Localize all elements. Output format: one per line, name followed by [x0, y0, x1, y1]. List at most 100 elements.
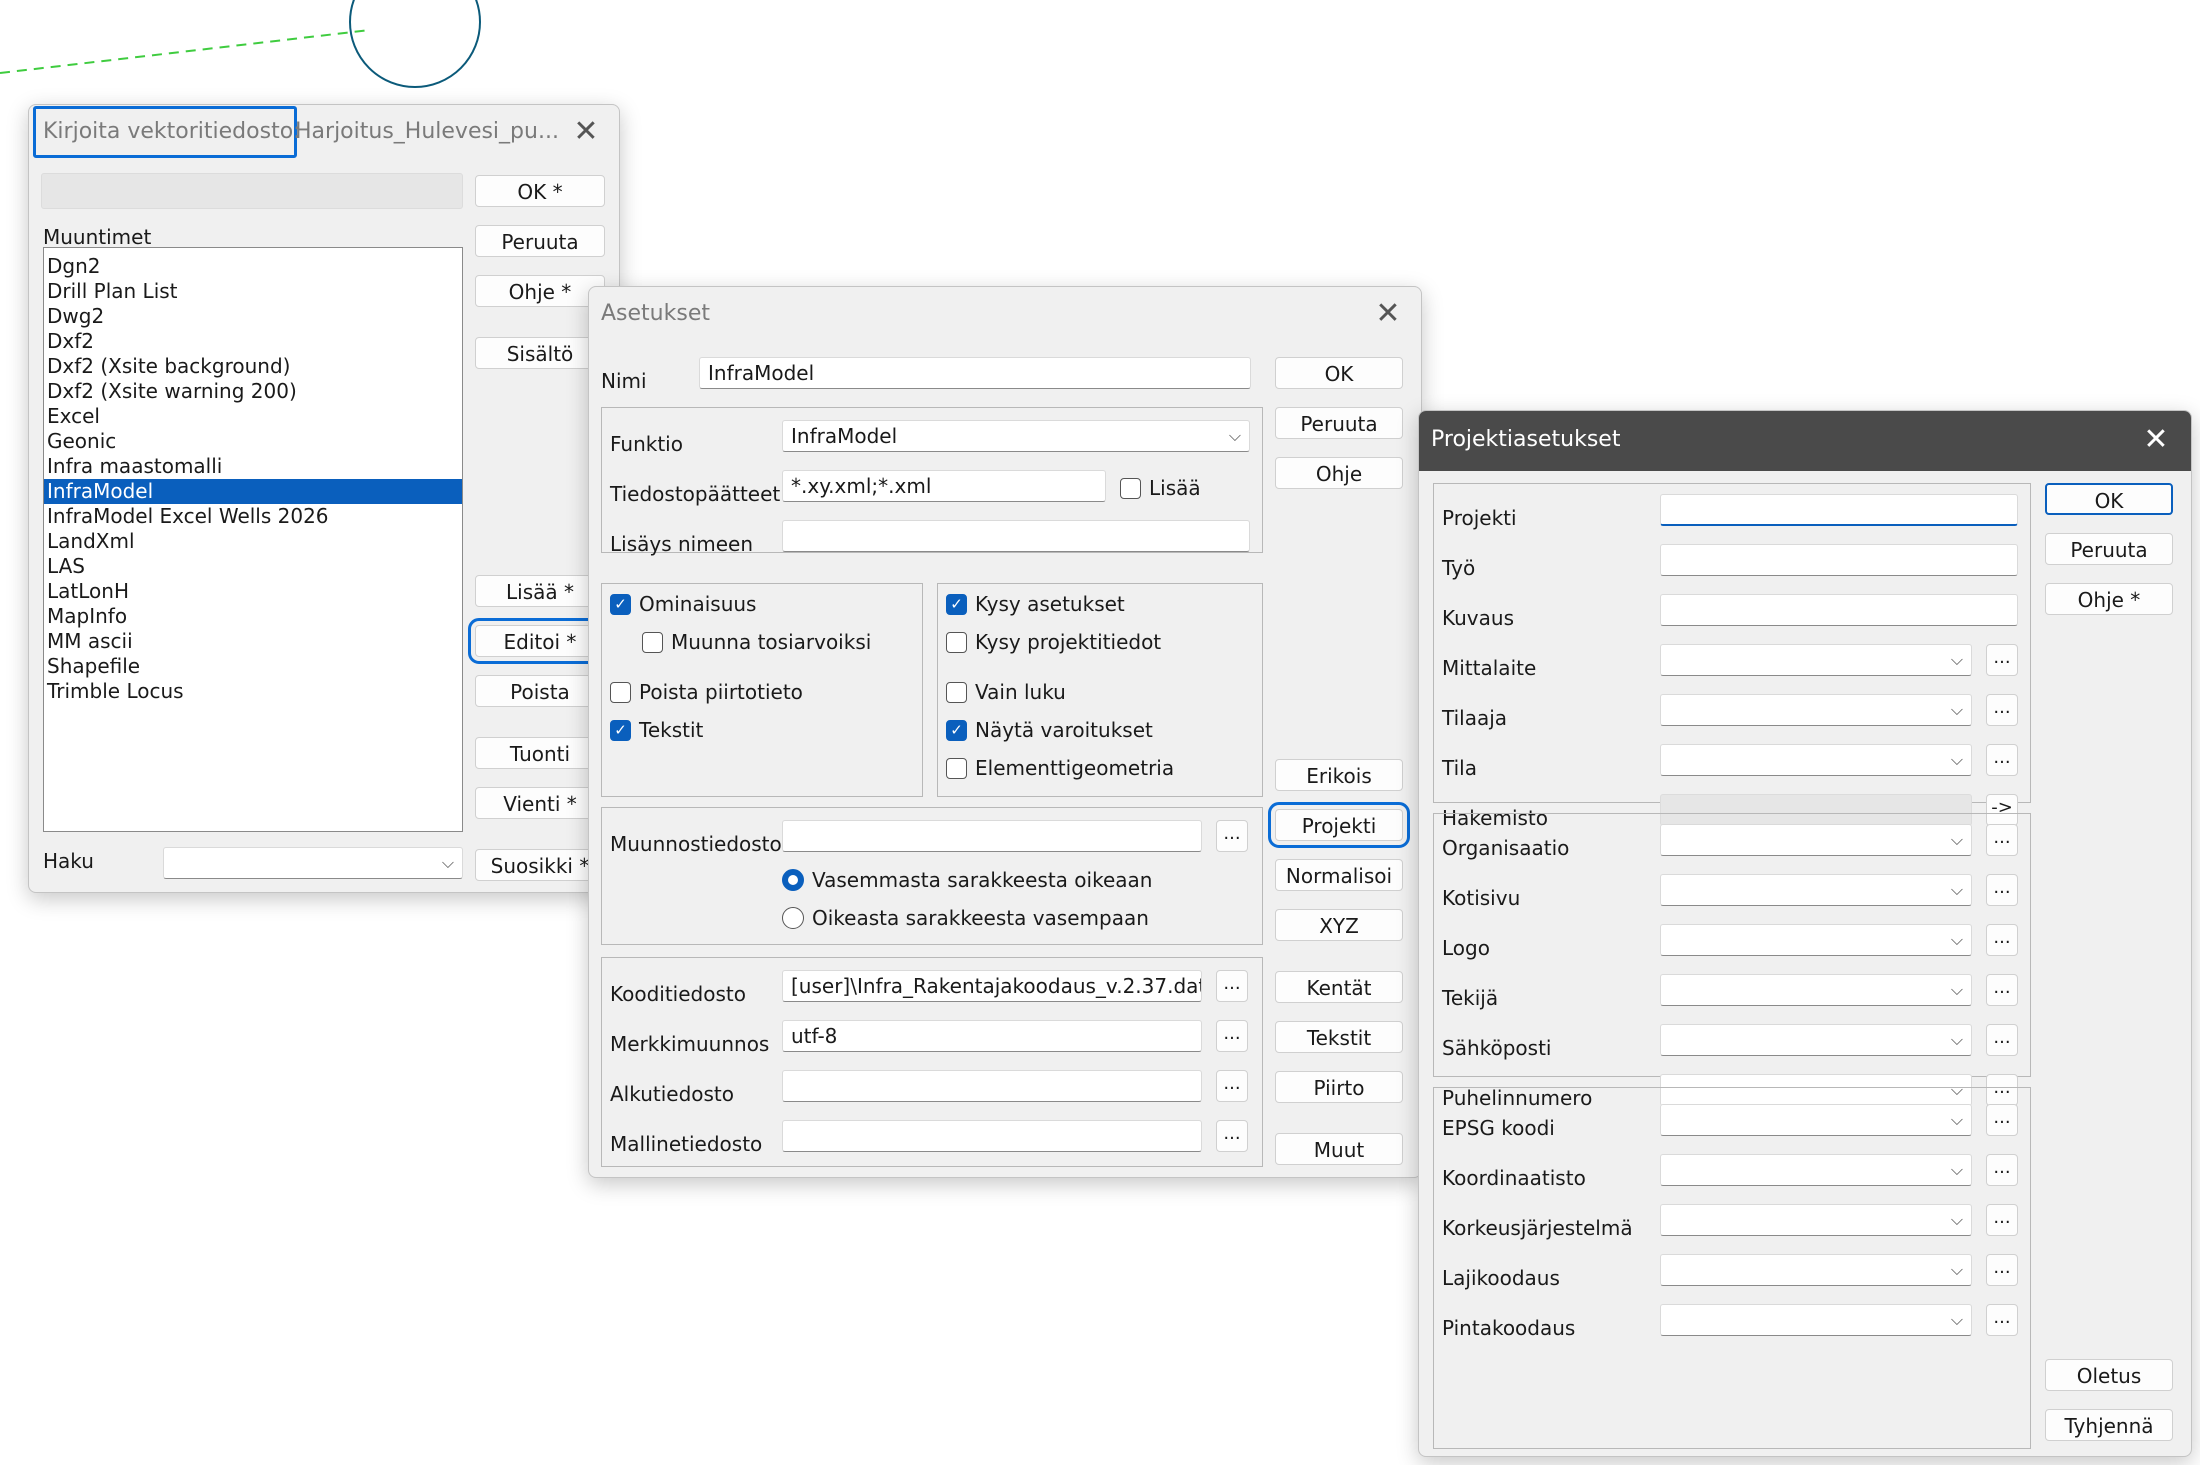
converters-list[interactable]: Dgn2 Drill Plan List Dwg2 Dxf2 Dxf2 (Xsite b…: [43, 247, 463, 832]
list-item[interactable]: Geonic: [44, 429, 462, 454]
normalize-button[interactable]: Normalisoi: [1275, 859, 1403, 891]
browse-button[interactable]: ...: [1216, 820, 1248, 852]
ok-button[interactable]: OK: [1275, 357, 1403, 389]
combo-field[interactable]: ⌵: [1660, 1304, 1972, 1336]
extensions-field[interactable]: *.xy.xml;*.xml: [782, 470, 1106, 502]
list-item[interactable]: Dxf2 (Xsite warning 200): [44, 379, 462, 404]
charset-field[interactable]: utf-8: [782, 1020, 1202, 1052]
list-item[interactable]: MM ascii: [44, 629, 462, 654]
fields-button[interactable]: Kentät: [1275, 971, 1403, 1003]
combo-field[interactable]: ⌵: [1660, 824, 1972, 856]
content-button[interactable]: Sisältö: [475, 337, 605, 369]
add-checkbox[interactable]: Lisää: [1120, 476, 1201, 500]
combo-field[interactable]: ⌵: [1660, 1254, 1972, 1286]
ok-button[interactable]: OK *: [475, 175, 605, 207]
favorite-button[interactable]: Suosikki *: [475, 849, 605, 881]
combo-field[interactable]: ⌵: [1660, 1024, 1972, 1056]
list-item[interactable]: MapInfo: [44, 604, 462, 629]
option-checkbox[interactable]: ✓ Ominaisuus: [610, 592, 756, 616]
code-file-field[interactable]: [user]\Infra_Rakentajakoodaus_v.2.37.dat: [782, 970, 1202, 1002]
option-checkbox[interactable]: ✓ Kysy asetukset: [946, 592, 1125, 616]
browse-button[interactable]: ...: [1986, 694, 2018, 726]
list-item[interactable]: Dxf2: [44, 329, 462, 354]
list-item[interactable]: Dwg2: [44, 304, 462, 329]
close-icon[interactable]: ✕: [571, 117, 601, 147]
text-field[interactable]: [1660, 494, 2018, 526]
ok-button[interactable]: OK: [2045, 483, 2173, 515]
name-field[interactable]: InfraModel: [699, 357, 1251, 389]
texts-button[interactable]: Tekstit: [1275, 1021, 1403, 1053]
option-checkbox[interactable]: Poista piirtotieto: [610, 680, 803, 704]
browse-button[interactable]: ...: [1216, 970, 1248, 1002]
browse-button[interactable]: ...: [1216, 1020, 1248, 1052]
close-icon[interactable]: ✕: [1373, 299, 1403, 329]
combo-field[interactable]: ⌵: [1660, 744, 1972, 776]
conversion-file-field[interactable]: [782, 820, 1202, 852]
browse-button[interactable]: ...: [1986, 1154, 2018, 1186]
browse-button[interactable]: ...: [1986, 744, 2018, 776]
radio-left-to-right[interactable]: Vasemmasta sarakkeesta oikeaan: [782, 868, 1152, 892]
browse-button[interactable]: ...: [1986, 1104, 2018, 1136]
name-suffix-field[interactable]: [782, 520, 1250, 552]
browse-button[interactable]: ...: [1986, 1024, 2018, 1056]
combo-field[interactable]: ⌵: [1660, 1104, 1972, 1136]
cancel-button[interactable]: Peruuta: [1275, 407, 1403, 439]
list-item[interactable]: InfraModel Excel Wells 2026: [44, 504, 462, 529]
combo-field[interactable]: ⌵: [1660, 694, 1972, 726]
other-button[interactable]: Muut: [1275, 1133, 1403, 1165]
list-item[interactable]: Drill Plan List: [44, 279, 462, 304]
drawing-button[interactable]: Piirto: [1275, 1071, 1403, 1103]
help-button[interactable]: Ohje *: [475, 275, 605, 307]
special-button[interactable]: Erikois: [1275, 759, 1403, 791]
browse-button[interactable]: ...: [1986, 924, 2018, 956]
list-item[interactable]: Dxf2 (Xsite background): [44, 354, 462, 379]
import-button[interactable]: Tuonti: [475, 737, 605, 769]
project-button[interactable]: Projekti: [1268, 802, 1410, 848]
export-button[interactable]: Vienti *: [475, 787, 605, 819]
browse-button[interactable]: ...: [1986, 1204, 2018, 1236]
init-file-field[interactable]: [782, 1070, 1202, 1102]
close-icon[interactable]: ✕: [2141, 425, 2171, 455]
help-button[interactable]: Ohje: [1275, 457, 1403, 489]
browse-button[interactable]: ...: [1986, 874, 2018, 906]
help-button[interactable]: Ohje *: [2045, 583, 2173, 615]
list-item[interactable]: InfraModel: [44, 479, 462, 504]
option-checkbox[interactable]: Kysy projektitiedot: [946, 630, 1161, 654]
browse-button[interactable]: ...: [1986, 1254, 2018, 1286]
combo-field[interactable]: ⌵: [1660, 874, 1972, 906]
browse-button[interactable]: ...: [1986, 974, 2018, 1006]
combo-field[interactable]: ⌵: [1660, 644, 1972, 676]
list-item[interactable]: Infra maastomalli: [44, 454, 462, 479]
default-button[interactable]: Oletus: [2045, 1359, 2173, 1391]
browse-button[interactable]: ...: [1986, 824, 2018, 856]
search-combo[interactable]: ⌵: [163, 847, 463, 879]
cancel-button[interactable]: Peruuta: [475, 225, 605, 257]
option-checkbox[interactable]: Elementtigeometria: [946, 756, 1174, 780]
delete-button[interactable]: Poista: [475, 675, 605, 707]
browse-button[interactable]: ...: [1986, 1304, 2018, 1336]
combo-field[interactable]: ⌵: [1660, 974, 1972, 1006]
list-item[interactable]: Trimble Locus: [44, 679, 462, 704]
add-button[interactable]: Lisää *: [475, 575, 605, 607]
list-item[interactable]: Excel: [44, 404, 462, 429]
browse-button[interactable]: ...: [1216, 1120, 1248, 1152]
browse-button[interactable]: ...: [1216, 1070, 1248, 1102]
template-file-field[interactable]: [782, 1120, 1202, 1152]
edit-button[interactable]: Editoi *: [468, 618, 612, 664]
list-item[interactable]: LAS: [44, 554, 462, 579]
combo-field[interactable]: ⌵: [1660, 1204, 1972, 1236]
clear-button[interactable]: Tyhjennä: [2045, 1409, 2173, 1441]
option-checkbox[interactable]: Vain luku: [946, 680, 1066, 704]
cancel-button[interactable]: Peruuta: [2045, 533, 2173, 565]
text-field[interactable]: [1660, 544, 2018, 576]
option-checkbox[interactable]: ✓ Näytä varoitukset: [946, 718, 1153, 742]
list-item[interactable]: LatLonH: [44, 579, 462, 604]
list-item[interactable]: LandXml: [44, 529, 462, 554]
function-combo[interactable]: InfraModel ⌵: [782, 420, 1250, 452]
list-item[interactable]: Dgn2: [44, 254, 462, 279]
list-item[interactable]: Shapefile: [44, 654, 462, 679]
combo-field[interactable]: ⌵: [1660, 924, 1972, 956]
text-field[interactable]: [1660, 594, 2018, 626]
radio-right-to-left[interactable]: Oikeasta sarakkeesta vasempaan: [782, 906, 1149, 930]
browse-button[interactable]: ...: [1986, 644, 2018, 676]
